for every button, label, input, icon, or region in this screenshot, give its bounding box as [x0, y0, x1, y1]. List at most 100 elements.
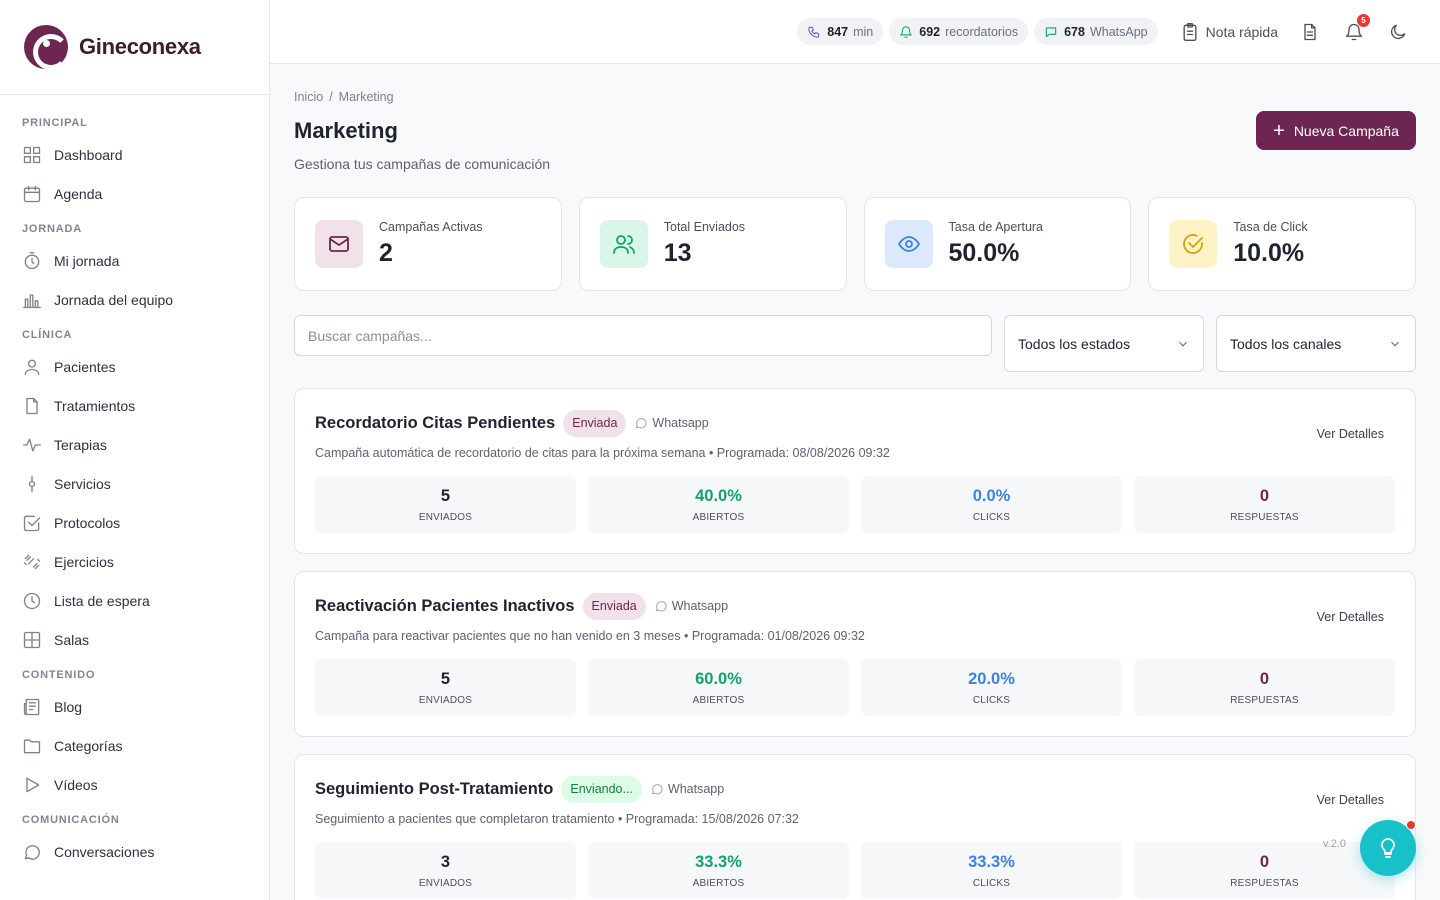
nav-section-title: CONTENIDO [22, 669, 96, 681]
sidebar-item-label: Ejercicios [54, 553, 114, 570]
metric-label: ABIERTOS [692, 511, 745, 523]
reminders-counter[interactable]: 692 recordatorios [889, 18, 1029, 45]
view-details-link[interactable]: Ver Detalles [1317, 793, 1384, 807]
breadcrumb-home[interactable]: Inicio [294, 90, 323, 104]
metric-value: 5 [440, 486, 451, 505]
breadcrumb-current: Marketing [338, 90, 394, 104]
campaign-card: Reactivación Pacientes Inactivos Enviada… [294, 571, 1416, 737]
metric-label: ENVIADOS [418, 694, 473, 706]
sidebar-item-jornada-equipo[interactable]: Jornada del equipo [0, 280, 269, 319]
whatsapp-unit: WhatsApp [1089, 24, 1148, 39]
sidebar-item-label: Mi jornada [54, 252, 120, 269]
metric-value: 0 [1259, 486, 1270, 505]
help-fab-button[interactable] [1360, 820, 1416, 876]
stat-value: 13 [663, 239, 692, 267]
sidebar-item-label: Blog [54, 698, 83, 715]
nav-section-title: JORNADA [22, 223, 82, 235]
sidebar-item-conversaciones[interactable]: Conversaciones [0, 832, 269, 871]
stat-value: 10.0% [1233, 239, 1305, 267]
stat-icon-box [884, 220, 933, 268]
metric-label: ABIERTOS [692, 877, 745, 889]
sidebar-item-agenda[interactable]: Agenda [0, 174, 269, 213]
sidebar-item-label: Servicios [54, 475, 111, 492]
quick-note-button[interactable]: Nota rápida [1180, 22, 1278, 42]
metric-value: 0 [1259, 669, 1270, 688]
metric-label: ABIERTOS [692, 694, 745, 706]
lightbulb-icon [1381, 838, 1395, 858]
brand[interactable]: Gineconexa [0, 0, 269, 95]
sidebar-item-terapias[interactable]: Terapias [0, 425, 269, 464]
sidebar-item-servicios[interactable]: Servicios [0, 464, 269, 503]
channel-tag: Whatsapp [650, 782, 724, 796]
play-icon [26, 777, 40, 792]
stat-icon-box [599, 220, 648, 268]
campaign-title: Recordatorio Citas Pendientes [315, 413, 556, 432]
campaign-description: Campaña automática de recordatorio de ci… [315, 446, 890, 460]
metric-responses: 0 RESPUESTAS [1134, 476, 1395, 533]
channel-filter-select[interactable]: Todos los canales [1216, 315, 1416, 372]
notification-badge: 5 [1357, 13, 1370, 27]
metric-responses: 0 RESPUESTAS [1134, 659, 1395, 716]
minutes-counter[interactable]: 847 min [797, 18, 884, 45]
sidebar-item-label: Protocolos [54, 514, 121, 531]
metric-label: CLICKS [972, 694, 1011, 706]
sidebar-item-videos[interactable]: Vídeos [0, 765, 269, 804]
view-details-link[interactable]: Ver Detalles [1317, 610, 1384, 624]
metric-label: ENVIADOS [418, 877, 473, 889]
metric-label: RESPUESTAS [1230, 877, 1299, 889]
sidebar-item-label: Pacientes [54, 358, 116, 375]
bell-icon [900, 25, 913, 38]
sidebar-item-label: Tratamientos [54, 397, 136, 414]
phone-icon [808, 26, 820, 38]
metric-value: 40.0% [695, 486, 742, 505]
metric-responses: 0 RESPUESTAS [1134, 842, 1395, 899]
sidebar-nav: PRINCIPAL Dashboard Agenda JORNADA Mi jo… [0, 95, 269, 871]
theme-toggle-button[interactable] [1386, 20, 1410, 44]
new-campaign-button[interactable]: + Nueva Campaña [1256, 111, 1416, 150]
campaign-title: Reactivación Pacientes Inactivos [315, 596, 575, 615]
sidebar-item-label: Categorías [54, 737, 123, 754]
stat-value: 2 [379, 239, 393, 267]
sidebar-item-ejercicios[interactable]: Ejercicios [0, 542, 269, 581]
sidebar-item-protocolos[interactable]: Protocolos [0, 503, 269, 542]
sidebar-item-mi-jornada[interactable]: Mi jornada [0, 241, 269, 280]
nav-section-title: CLÍNICA [22, 329, 73, 341]
pin-icon [28, 475, 36, 492]
plus-icon: + [1273, 119, 1285, 142]
notifications-button[interactable]: 5 [1342, 13, 1370, 44]
campaign-description: Seguimiento a pacientes que completaron … [315, 812, 799, 826]
documents-button[interactable] [1298, 20, 1322, 44]
whatsapp-counter[interactable]: 678 WhatsApp [1034, 18, 1158, 45]
sidebar-item-label: Conversaciones [54, 843, 155, 860]
sidebar-item-categorias[interactable]: Categorías [0, 726, 269, 765]
metric-sent: 5 ENVIADOS [315, 659, 576, 716]
sidebar-item-tratamientos[interactable]: Tratamientos [0, 386, 269, 425]
grid-icon [23, 146, 41, 163]
status-badge: Enviada [563, 409, 627, 437]
users-icon [612, 235, 635, 254]
sidebar-item-dashboard[interactable]: Dashboard [0, 135, 269, 174]
topbar: 847 min 692 recordatorios 678 WhatsApp N… [270, 0, 1440, 64]
channel-tag: Whatsapp [654, 599, 728, 613]
status-filter-select[interactable]: Todos los estados [1004, 315, 1204, 372]
main-content: Inicio / Marketing Marketing Gestiona tus … [294, 64, 1416, 900]
nav-section-title: COMUNICACIÓN [22, 814, 120, 826]
metric-label: RESPUESTAS [1230, 511, 1299, 523]
stat-card-total-sent: Total Enviados 13 [578, 197, 847, 291]
sidebar-item-lista-espera[interactable]: Lista de espera [0, 581, 269, 620]
metric-value: 0 [1259, 852, 1270, 871]
search-input[interactable]: Buscar campañas... [294, 315, 992, 356]
file-icon [26, 397, 38, 414]
sidebar-item-salas[interactable]: Salas [0, 620, 269, 659]
sidebar-item-blog[interactable]: Blog [0, 687, 269, 726]
channel-label: Whatsapp [671, 599, 729, 613]
stat-label: Tasa de Click [1233, 220, 1308, 234]
metric-opened: 33.3% ABIERTOS [588, 842, 849, 899]
chat-bubble-icon [636, 418, 647, 429]
stat-card-open-rate: Tasa de Apertura 50.0% [863, 197, 1132, 291]
metric-clicks: 20.0% CLICKS [861, 659, 1122, 716]
check-circle-icon [1183, 234, 1204, 254]
sidebar-item-pacientes[interactable]: Pacientes [0, 347, 269, 386]
view-details-link[interactable]: Ver Detalles [1317, 427, 1384, 441]
brand-logo [24, 25, 69, 70]
